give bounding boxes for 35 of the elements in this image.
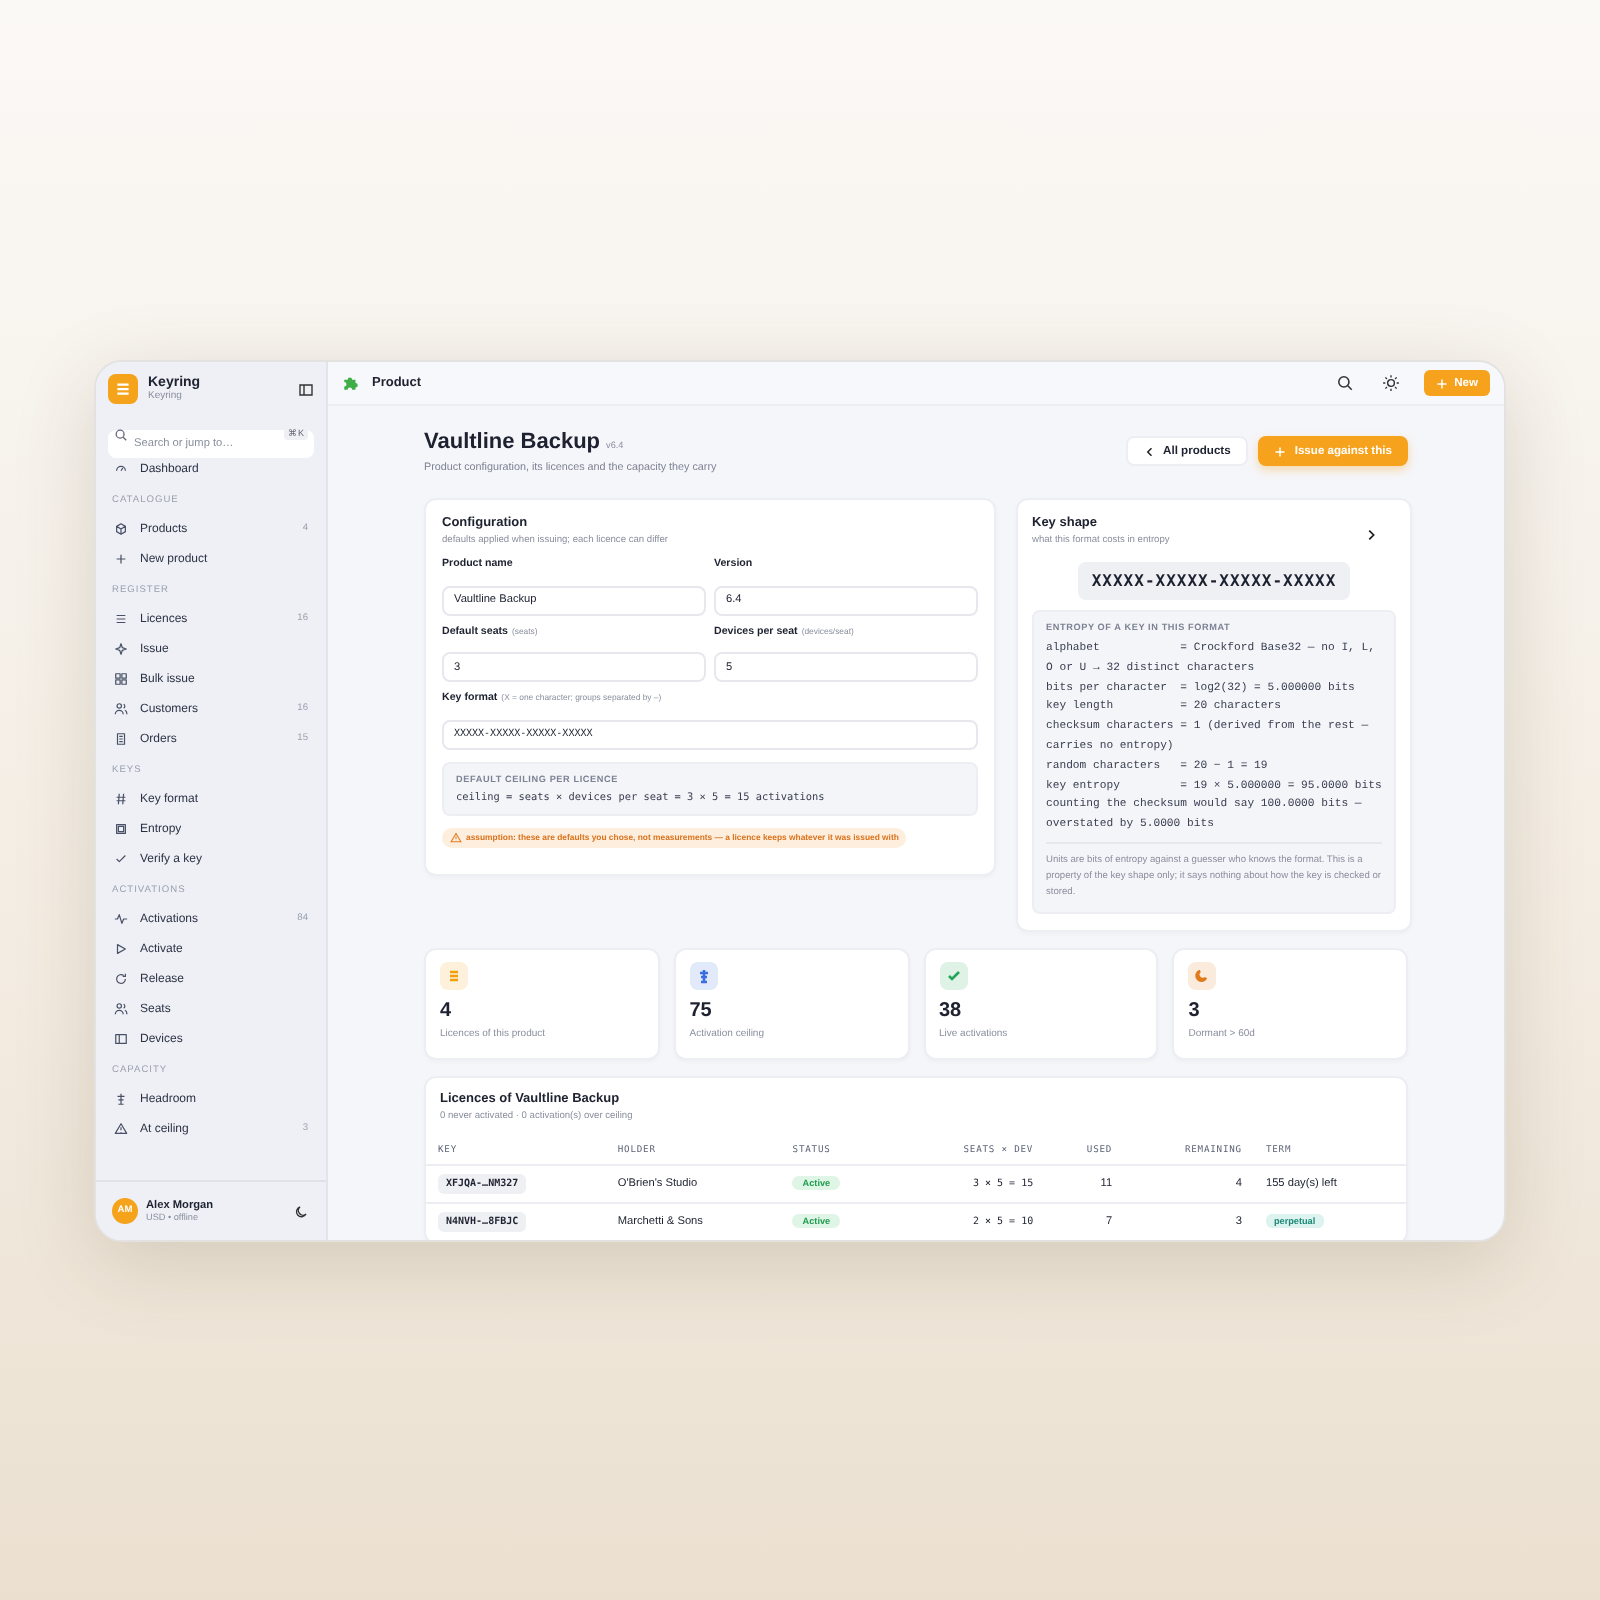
puzzle-icon xyxy=(342,374,360,392)
warning-icon xyxy=(450,831,462,843)
grid-icon xyxy=(114,672,128,686)
plus-icon xyxy=(1436,377,1449,389)
document-icon xyxy=(114,732,128,746)
users-icon xyxy=(114,1002,128,1016)
stat-value: 4 xyxy=(440,999,454,1022)
plus-icon xyxy=(114,552,128,566)
refresh-icon xyxy=(114,972,128,986)
list-icon xyxy=(114,612,128,626)
moon-icon[interactable] xyxy=(294,1203,310,1219)
users-icon xyxy=(114,702,128,716)
page-title: Vaultline Backup xyxy=(424,430,601,454)
chevron-left-icon xyxy=(1143,445,1156,457)
stat-value: 75 xyxy=(689,999,714,1022)
sparkle-icon xyxy=(114,642,128,656)
play-icon xyxy=(114,942,128,956)
stat-value: 38 xyxy=(939,999,964,1022)
sun-icon[interactable] xyxy=(1382,374,1401,392)
plus-icon xyxy=(1274,445,1287,457)
hash-icon xyxy=(114,792,128,806)
warning-icon xyxy=(114,1122,128,1136)
check-icon xyxy=(114,852,128,866)
sidebar-toggle-icon[interactable] xyxy=(298,381,314,397)
search-icon[interactable] xyxy=(1336,374,1355,392)
logo-icon xyxy=(108,374,138,404)
stat-value: 3 xyxy=(1188,999,1202,1022)
antenna-icon xyxy=(114,1092,128,1106)
columns-icon xyxy=(114,1032,128,1046)
search-icon xyxy=(114,427,128,441)
key-pattern: XXXXX-XXXXX-XXXXX-XXXXX xyxy=(1077,562,1351,600)
gauge-icon xyxy=(114,462,128,476)
box-icon xyxy=(114,522,128,536)
pulse-icon xyxy=(114,912,128,926)
chevron-right-icon[interactable] xyxy=(1364,528,1378,542)
